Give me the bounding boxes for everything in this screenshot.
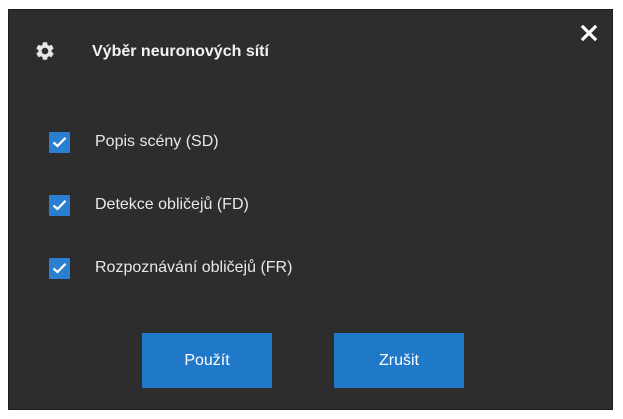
close-icon xyxy=(577,24,601,49)
face-recognition-label: Rozpoznávání obličejů (FR) xyxy=(95,259,293,276)
face-recognition-checkbox[interactable] xyxy=(49,257,70,279)
option-scene-description[interactable]: Popis scény (SD) xyxy=(49,129,219,155)
face-detection-checkbox[interactable] xyxy=(49,194,70,216)
apply-button[interactable]: Použít xyxy=(142,333,272,388)
scene-description-checkbox[interactable] xyxy=(49,131,70,153)
checkmark-icon xyxy=(52,137,67,148)
dialog-title: Výběr neuronových sítí xyxy=(92,43,269,60)
checkmark-icon xyxy=(52,263,67,274)
face-detection-label: Detekce obličejů (FD) xyxy=(95,196,249,213)
option-face-recognition[interactable]: Rozpoznávání obličejů (FR) xyxy=(49,255,292,281)
option-face-detection[interactable]: Detekce obličejů (FD) xyxy=(49,192,249,218)
scene-description-label: Popis scény (SD) xyxy=(95,133,219,150)
neural-network-selection-dialog: Výběr neuronových sítí Popis scény (SD) … xyxy=(8,9,613,410)
gear-icon xyxy=(34,40,56,62)
cancel-button[interactable]: Zrušit xyxy=(334,333,464,388)
close-button[interactable] xyxy=(577,21,601,45)
checkmark-icon xyxy=(52,200,67,211)
